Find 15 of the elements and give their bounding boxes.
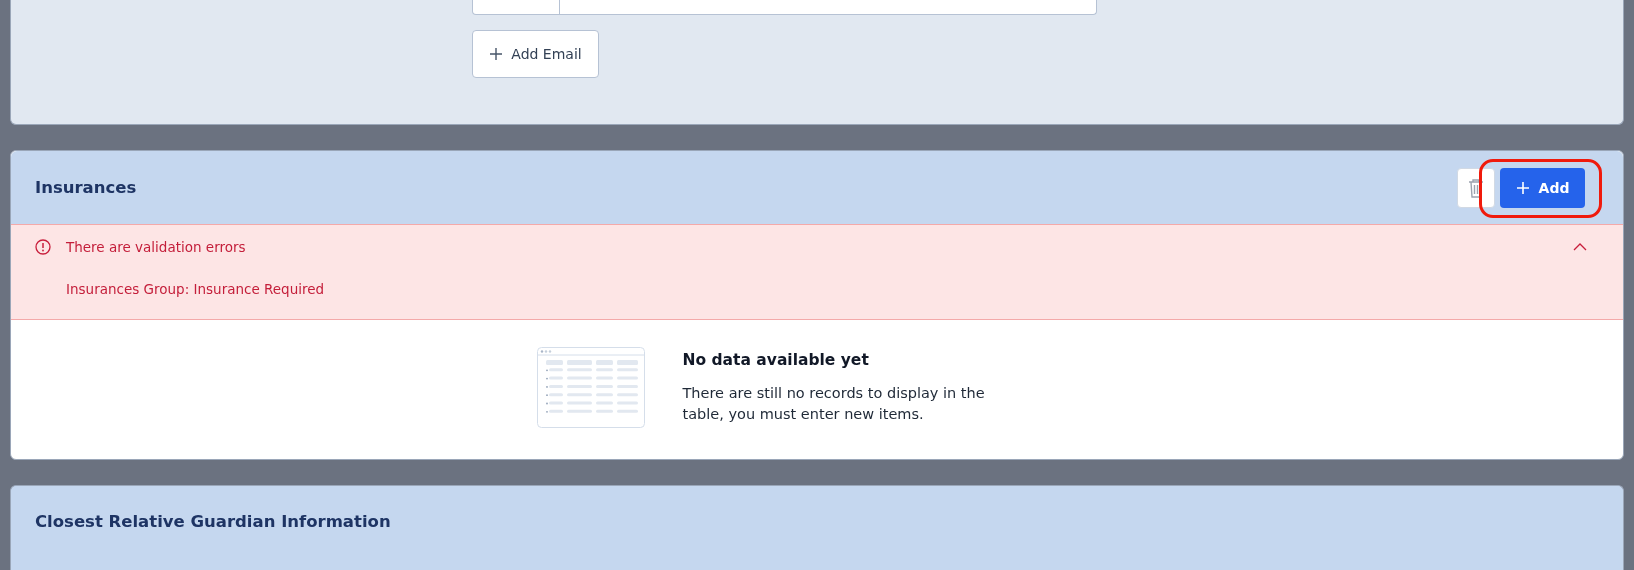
empty-title: No data available yet [682,351,870,369]
plus-icon [1515,180,1530,195]
error-title: There are validation errors [66,239,247,255]
plus-icon [489,47,504,61]
add-email-button[interactable]: Add Email [472,30,599,78]
section-title: Closest Relative Guardian Information [35,511,391,531]
error-message: Insurances Group: Insurance Required [66,281,326,297]
empty-message: There are still no records to display in the table, you must enter new items. [682,384,986,424]
section-title: Insurances [35,178,137,197]
trash-icon [1468,177,1484,198]
alert-icon [35,239,51,255]
input-field[interactable] [472,0,1097,15]
chevron-icon[interactable] [1573,242,1587,252]
delete-button[interactable] [1457,167,1495,208]
add-button[interactable]: Add [1500,167,1585,208]
